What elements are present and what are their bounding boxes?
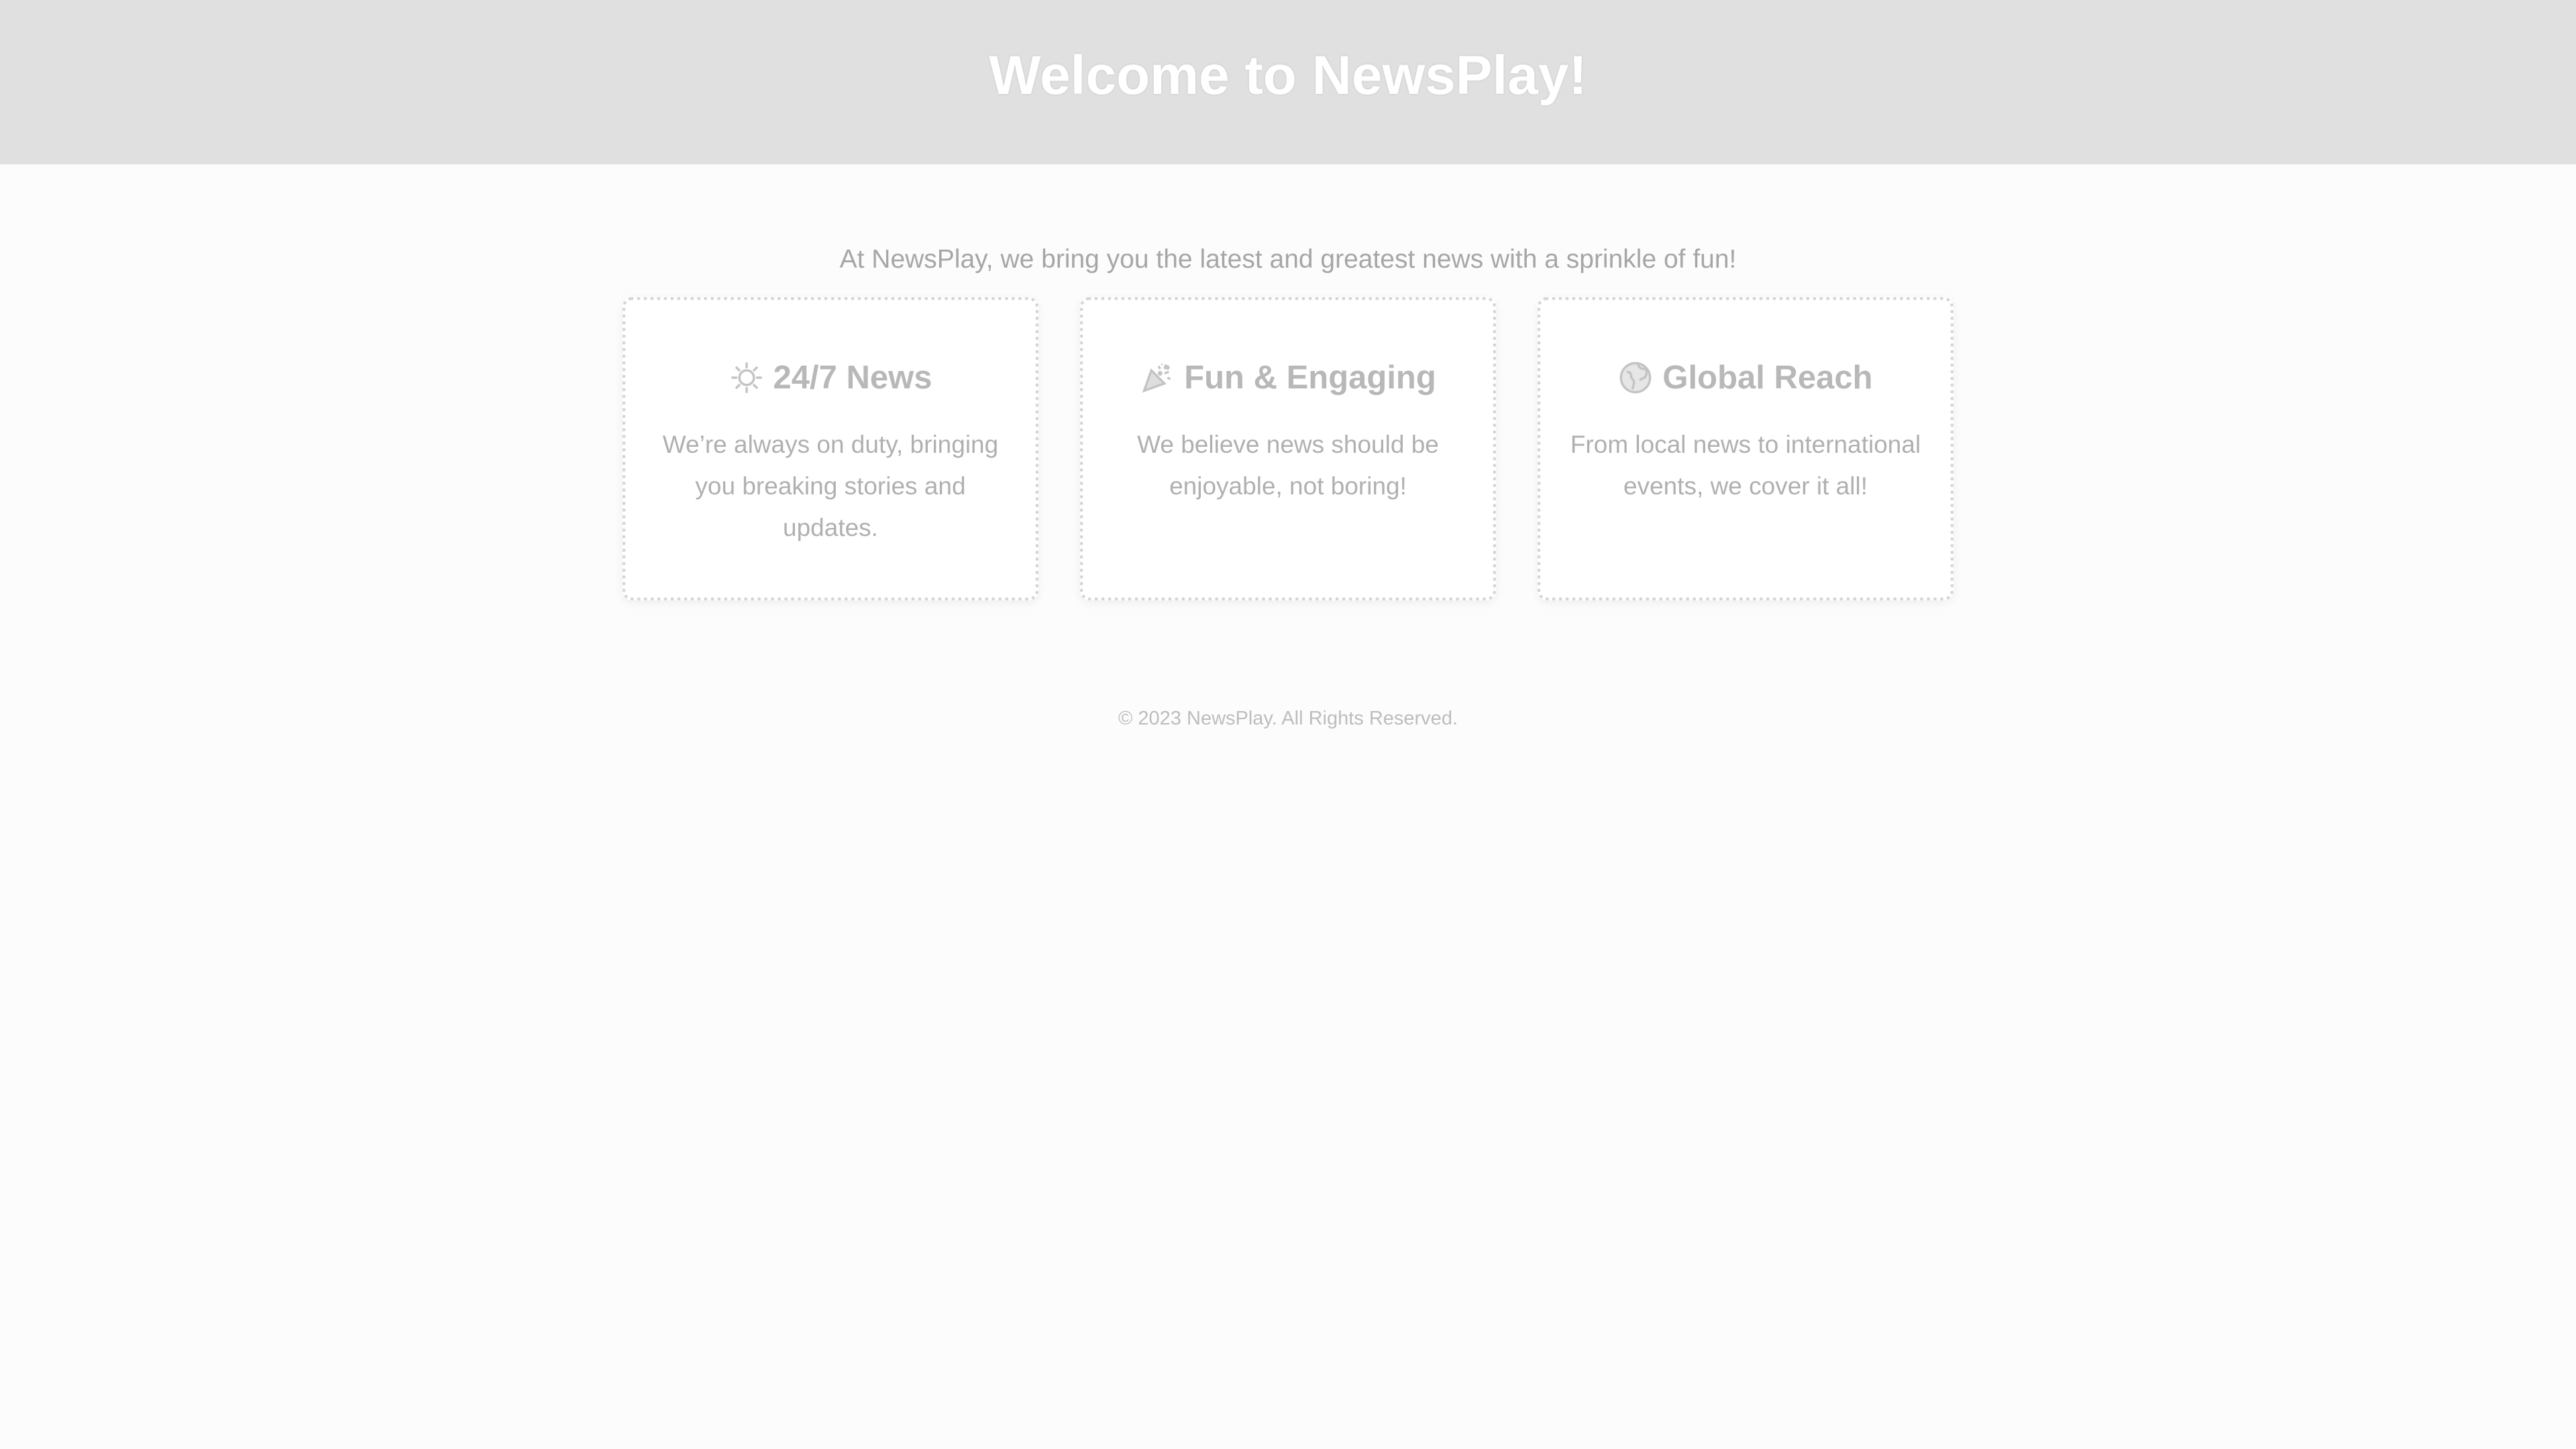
feature-card-global: Global Reach From local news to internat… [1538,297,1953,600]
feature-card-title-text: Fun & Engaging [1184,360,1436,396]
page-title: Welcome to NewsPlay! [989,44,1587,106]
feature-card-text: We’re always on duty, bringing you break… [662,431,999,541]
site-footer: © 2023 NewsPlay. All Rights Reserved. [0,708,2576,730]
feature-card-title: Fun & Engaging [1110,354,1466,401]
feature-card-text: From local news to international events,… [1570,431,1921,500]
site-header: Welcome to NewsPlay! [0,0,2576,164]
feature-card-fun: Fun & Engaging We believe news should be… [1080,297,1496,600]
feature-card-news: 24/7 News We’re always on duty, bringing… [623,297,1038,600]
feature-card-title-text: Global Reach [1662,360,1873,396]
feature-cards: 24/7 News We’re always on duty, bringing… [0,297,2576,600]
copyright-text: © 2023 NewsPlay. All Rights Reserved. [1118,708,1458,729]
party-popper-icon [1140,360,1175,395]
feature-card-title: Global Reach [1568,354,1923,401]
tagline: At NewsPlay, we bring you the latest and… [839,245,1737,274]
feature-card-title-text: 24/7 News [773,360,932,396]
feature-card-text: We believe news should be enjoyable, not… [1137,431,1439,500]
feature-card-title: 24/7 News [653,354,1008,401]
sun-burst-icon [729,360,764,395]
globe-icon [1618,360,1653,395]
